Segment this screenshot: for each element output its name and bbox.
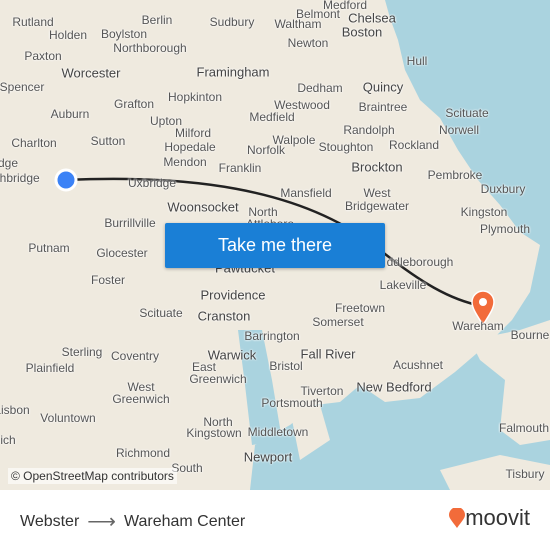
place-label: Plymouth <box>479 222 531 236</box>
place-label: Charlton <box>11 136 57 150</box>
place-label: Paxton <box>24 49 62 63</box>
place-label: Burrillville <box>104 216 156 230</box>
place-label: Tisbury <box>505 467 545 481</box>
place-label: Rockland <box>388 138 440 152</box>
place-label: Rutland <box>12 15 54 29</box>
place-label: Lisbon <box>0 403 30 417</box>
place-label: Boston <box>341 24 383 40</box>
place-label: Newport <box>243 449 293 465</box>
place-label: Northborough <box>113 41 187 55</box>
moovit-pin-icon <box>449 508 466 528</box>
place-label: Auburn <box>50 107 90 121</box>
place-label: Portsmouth <box>261 396 323 410</box>
place-label: Randolph <box>343 123 395 137</box>
place-label: Framingham <box>196 64 270 80</box>
place-label: Bridgewater <box>344 199 410 213</box>
place-label: Scituate <box>445 106 489 120</box>
place-label: Sudbury <box>209 15 255 29</box>
place-label: Berlin <box>141 13 173 27</box>
place-label: Putnam <box>28 241 70 255</box>
place-label: Fall River <box>300 346 356 362</box>
place-label: Hopkinton <box>167 90 223 104</box>
place-label: Chelsea <box>348 10 396 26</box>
place-label: Mendon <box>163 155 207 169</box>
place-label: Pembroke <box>427 168 483 182</box>
attribution[interactable]: © OpenStreetMap contributors <box>8 468 177 484</box>
origin-marker <box>54 168 78 192</box>
origin-name: Webster <box>20 512 80 530</box>
place-label: Kingston <box>460 205 508 219</box>
place-label: thbridge <box>0 171 40 185</box>
place-label: Providence <box>200 287 266 303</box>
place-label: Boylston <box>100 27 148 41</box>
place-label: Kingstown <box>186 426 242 440</box>
place-label: Worcester <box>61 65 121 81</box>
place-label: Richmond <box>115 446 171 460</box>
place-label: Holden <box>48 28 88 42</box>
place-label: Spencer <box>0 80 45 94</box>
place-label: ddleborough <box>386 255 454 269</box>
place-label: Sterling <box>61 345 103 359</box>
place-label: Braintree <box>358 100 408 114</box>
place-label: Stoughton <box>318 140 374 154</box>
place-label: Greenwich <box>112 392 170 406</box>
place-label: Wareham <box>452 319 504 333</box>
arrow-right-icon: ⟶ <box>87 511 116 533</box>
place-label: Duxbury <box>480 182 526 196</box>
place-label: Cranston <box>197 308 251 324</box>
place-label: Plainfield <box>25 361 75 375</box>
place-label: Uxbridge <box>127 176 177 190</box>
place-label: Norfolk <box>246 143 286 157</box>
route-summary: Webster ⟶ Wareham Center <box>20 509 245 534</box>
place-label: Voluntown <box>40 411 96 425</box>
place-label: Acushnet <box>392 358 444 372</box>
place-label: dge <box>0 156 19 170</box>
place-label: Coventry <box>110 349 160 363</box>
place-label: Middletown <box>247 425 309 439</box>
place-label: Brockton <box>351 159 403 175</box>
place-label: New Bedford <box>356 379 432 395</box>
place-label: Hull <box>406 54 428 68</box>
place-label: Grafton <box>113 97 155 111</box>
place-label: Freetown <box>334 301 386 315</box>
place-label: Quincy <box>362 79 404 95</box>
place-label: Medfield <box>249 110 295 124</box>
place-label: Foster <box>90 273 126 287</box>
place-label: Scituate <box>139 306 183 320</box>
footer: Webster ⟶ Wareham Center moovit <box>0 490 550 550</box>
map[interactable]: Rutland Holden Boylston Berlin Sudbury Waltha… <box>0 0 550 490</box>
place-label: Franklin <box>218 161 262 175</box>
place-label: ich <box>0 433 16 447</box>
place-label: Glocester <box>96 246 148 260</box>
moovit-logo[interactable]: moovit <box>449 505 530 531</box>
place-label: West <box>363 186 391 200</box>
place-label: Newton <box>287 36 329 50</box>
place-label: Sutton <box>90 134 126 148</box>
place-label: Greenwich <box>189 372 247 386</box>
place-label: Bourne <box>510 328 550 342</box>
place-label: Milford <box>174 126 212 140</box>
place-label: Bristol <box>269 359 303 373</box>
place-label: Mansfield <box>280 186 332 200</box>
place-label: Dedham <box>297 81 343 95</box>
place-label: Lakeville <box>379 278 427 292</box>
place-label: Somerset <box>312 315 364 329</box>
destination-name: Wareham Center <box>123 512 246 530</box>
place-label: Barrington <box>244 329 300 343</box>
place-label: Woonsocket <box>167 199 239 215</box>
place-label: Hopedale <box>164 140 216 154</box>
place-label: Norwell <box>438 123 480 137</box>
take-me-there-button[interactable]: Take me there <box>165 223 385 268</box>
place-label: Falmouth <box>498 421 550 435</box>
